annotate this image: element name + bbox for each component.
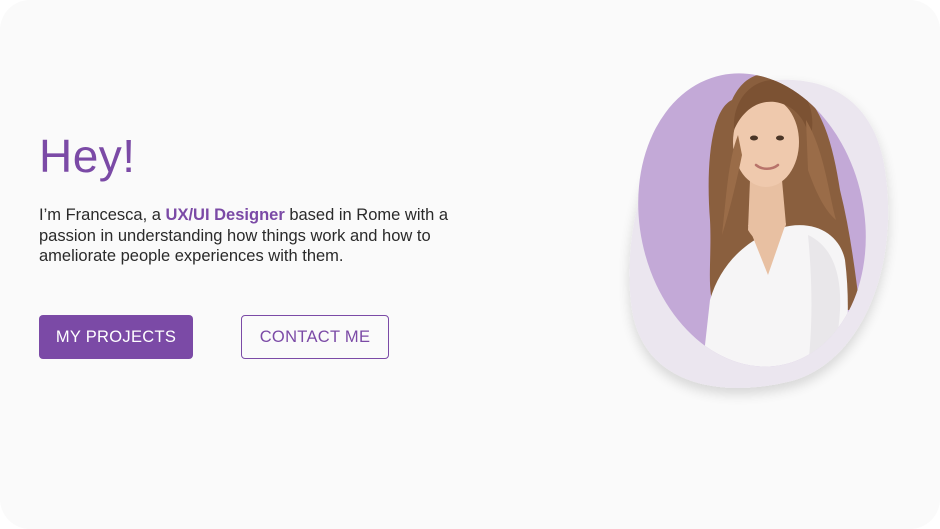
hero-card: Hey! I’m Francesca, a UX/UI Designer bas… — [0, 0, 940, 529]
contact-me-button[interactable]: CONTACT ME — [241, 315, 389, 359]
intro-role-highlight: UX/UI Designer — [165, 206, 285, 224]
intro-prefix: I’m Francesca, a — [39, 206, 166, 224]
hero-intro: I’m Francesca, a UX/UI Designer based in… — [39, 205, 509, 267]
hero-title: Hey! — [39, 130, 136, 182]
my-projects-button[interactable]: MY PROJECTS — [39, 315, 193, 359]
portrait-illustration — [629, 73, 889, 389]
